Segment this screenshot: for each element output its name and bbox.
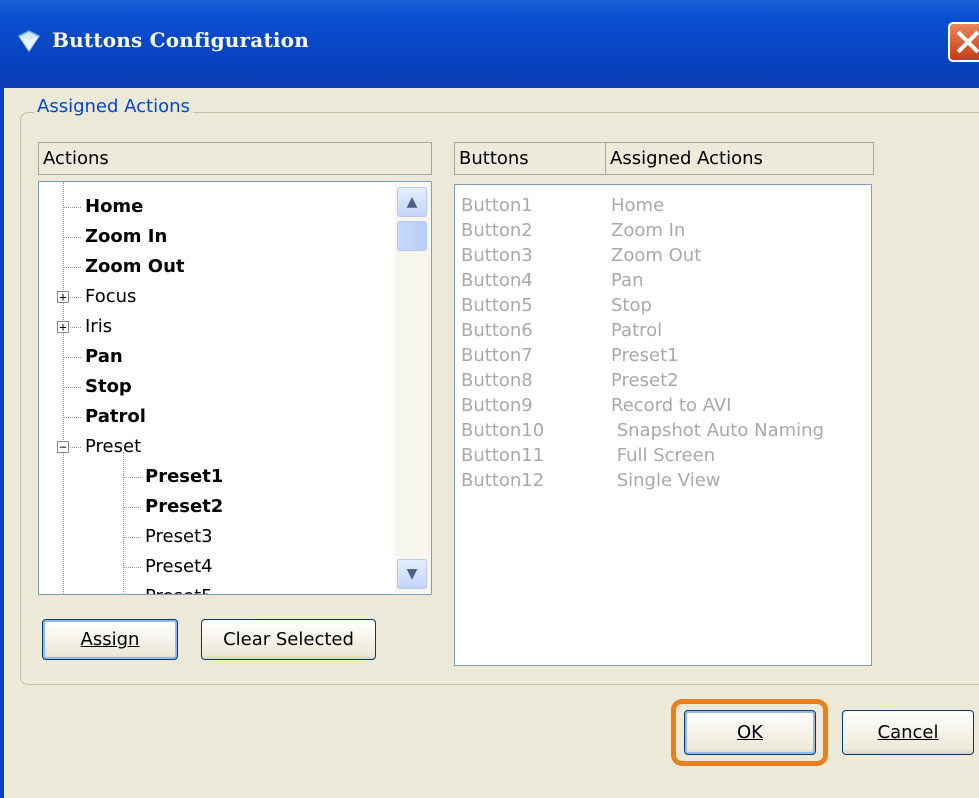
assigned-row-button[interactable]: Button7 bbox=[461, 343, 533, 368]
tree-branch bbox=[123, 537, 141, 538]
cancel-label: Cancel bbox=[877, 722, 939, 743]
tree-item[interactable]: Preset bbox=[85, 432, 141, 462]
assigned-row-action[interactable]: Patrol bbox=[611, 318, 662, 343]
assigned-row-button[interactable]: Button9 bbox=[461, 393, 533, 418]
tree-branch bbox=[63, 267, 81, 268]
scroll-down-button[interactable]: ▼ bbox=[397, 559, 427, 589]
tree-item[interactable]: Home bbox=[85, 192, 143, 222]
close-button[interactable] bbox=[948, 22, 979, 62]
assigned-row-action[interactable]: Zoom Out bbox=[611, 243, 701, 268]
assigned-row-action[interactable]: Single View bbox=[611, 468, 721, 493]
tree-item[interactable]: Zoom Out bbox=[85, 252, 185, 282]
assigned-row-action[interactable]: Full Screen bbox=[611, 443, 715, 468]
assigned-row-action[interactable]: Preset1 bbox=[611, 343, 679, 368]
tree-item[interactable]: Patrol bbox=[85, 402, 146, 432]
assigned-row-button[interactable]: Button4 bbox=[461, 268, 533, 293]
assigned-row-button[interactable]: Button6 bbox=[461, 318, 533, 343]
cancel-button[interactable]: Cancel bbox=[842, 710, 974, 755]
tree-branch bbox=[63, 237, 81, 238]
actions-scrollbar[interactable]: ▲ ▼ bbox=[395, 183, 431, 593]
expand-icon[interactable]: + bbox=[57, 291, 69, 303]
ok-label: OK bbox=[737, 722, 763, 743]
assigned-row-button[interactable]: Button5 bbox=[461, 293, 533, 318]
tree-branch bbox=[123, 477, 141, 478]
assigned-row-action[interactable]: Zoom In bbox=[611, 218, 685, 243]
scroll-up-button[interactable]: ▲ bbox=[397, 187, 427, 217]
assigned-row-button[interactable]: Button3 bbox=[461, 243, 533, 268]
buttons-column-header[interactable]: Buttons bbox=[454, 142, 606, 175]
window-border bbox=[0, 88, 4, 798]
tree-branch bbox=[63, 417, 81, 418]
tree-item[interactable]: Zoom In bbox=[85, 222, 167, 252]
actions-tree[interactable]: Home Zoom In Zoom Out + Focus + Iris Pan Stop Pat… bbox=[38, 181, 432, 595]
scroll-thumb[interactable] bbox=[397, 221, 427, 251]
assigned-row-action[interactable]: Snapshot Auto Naming bbox=[611, 418, 824, 443]
assigned-row-action[interactable]: Preset2 bbox=[611, 368, 679, 393]
ok-button[interactable]: OK bbox=[684, 710, 816, 755]
tree-item[interactable]: Stop bbox=[85, 372, 132, 402]
tree-item[interactable]: Pan bbox=[85, 342, 123, 372]
tree-item[interactable]: Focus bbox=[85, 282, 136, 312]
assign-button[interactable]: Assign bbox=[42, 619, 178, 660]
tree-item[interactable]: Preset5 bbox=[145, 582, 213, 594]
assigned-row-button[interactable]: Button12 bbox=[461, 468, 544, 493]
expand-icon[interactable]: + bbox=[57, 321, 69, 333]
assigned-row-button[interactable]: Button8 bbox=[461, 368, 533, 393]
tree-branch bbox=[63, 207, 81, 208]
tree-branch bbox=[63, 387, 81, 388]
tree-item[interactable]: Preset4 bbox=[145, 552, 213, 582]
tree-branch bbox=[123, 567, 141, 568]
window-title: Buttons Configuration bbox=[52, 28, 309, 52]
app-icon bbox=[17, 30, 41, 53]
tree-item[interactable]: Iris bbox=[85, 312, 112, 342]
assign-label: Assign bbox=[80, 629, 140, 650]
assigned-actions-list[interactable]: Button1 Home Button2 Zoom In Button3 Zoom Out… bbox=[454, 184, 872, 666]
tree-branch bbox=[63, 357, 81, 358]
assigned-row-action[interactable]: Record to AVI bbox=[611, 393, 732, 418]
clear-selected-label: Clear Selected bbox=[223, 629, 354, 650]
assigned-row-button[interactable]: Button10 bbox=[461, 418, 544, 443]
assigned-row-action[interactable]: Home bbox=[611, 193, 664, 218]
group-legend: Assigned Actions bbox=[34, 96, 193, 117]
assigned-row-button[interactable]: Button11 bbox=[461, 443, 544, 468]
tree-item[interactable]: Preset1 bbox=[145, 462, 223, 492]
title-bar[interactable]: Buttons Configuration bbox=[0, 0, 979, 88]
tree-child-connector bbox=[123, 452, 124, 594]
tree-branch bbox=[123, 507, 141, 508]
collapse-icon[interactable]: − bbox=[57, 441, 69, 453]
assigned-row-action[interactable]: Stop bbox=[611, 293, 652, 318]
assigned-row-button[interactable]: Button1 bbox=[461, 193, 533, 218]
assigned-actions-column-header[interactable]: Assigned Actions bbox=[605, 142, 874, 175]
clear-selected-button[interactable]: Clear Selected bbox=[201, 619, 376, 660]
tree-item[interactable]: Preset2 bbox=[145, 492, 223, 522]
tree-connector bbox=[63, 182, 64, 594]
assigned-row-button[interactable]: Button2 bbox=[461, 218, 533, 243]
actions-header[interactable]: Actions bbox=[38, 142, 432, 175]
assigned-row-action[interactable]: Pan bbox=[611, 268, 643, 293]
tree-item[interactable]: Preset3 bbox=[145, 522, 213, 552]
